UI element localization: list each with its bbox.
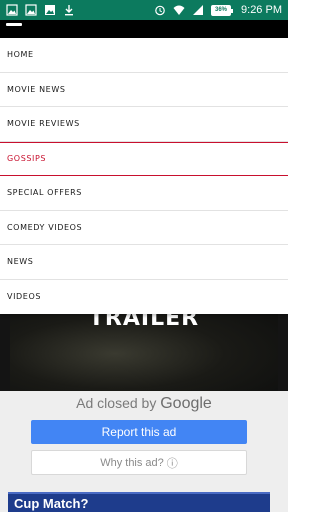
image-icon [44, 4, 56, 16]
article-banner[interactable]: Cup Match? [8, 492, 270, 512]
ad-container: Ad closed by Google Report this ad Why t… [0, 391, 288, 512]
status-clock: 9:26 PM [241, 4, 282, 16]
signal-icon [192, 4, 204, 16]
status-time: 9:26 [241, 4, 263, 16]
nav-item-comedy-videos[interactable]: COMEDY VIDEOS [0, 211, 288, 245]
image-icon [25, 4, 37, 16]
nav-menu: HOME MOVIE NEWS MOVIE REVIEWS GOSSIPS SP… [0, 38, 288, 314]
nav-item-videos[interactable]: VIDEOS [0, 280, 288, 315]
status-right-icons: 36% 9:26 PM [154, 4, 282, 16]
image-icon [6, 4, 18, 16]
google-logo: Google [160, 395, 212, 412]
download-icon [63, 4, 75, 16]
screen: 36% 9:26 PM TRAILER Ad closed by Google … [0, 0, 288, 512]
battery-indicator: 36% [211, 4, 234, 16]
ad-closed-text: Ad closed by Google [0, 395, 288, 413]
nav-item-movie-news[interactable]: MOVIE NEWS [0, 73, 288, 107]
status-time-suffix: PM [265, 4, 283, 16]
alarm-icon [154, 4, 166, 16]
app-bar [0, 20, 288, 38]
nav-item-movie-reviews[interactable]: MOVIE REVIEWS [0, 107, 288, 142]
info-icon: ⓘ [166, 457, 178, 470]
nav-item-special-offers[interactable]: SPECIAL OFFERS [0, 176, 288, 211]
status-left-icons [6, 4, 75, 16]
nav-item-news[interactable]: NEWS [0, 245, 288, 280]
nav-item-home[interactable]: HOME [0, 38, 288, 73]
menu-icon[interactable] [6, 23, 22, 26]
report-ad-button[interactable]: Report this ad [31, 420, 247, 444]
status-bar: 36% 9:26 PM [0, 0, 288, 20]
nav-item-gossips[interactable]: GOSSIPS [0, 141, 288, 176]
why-this-ad-label: Why this ad? [100, 456, 164, 469]
why-this-ad-button[interactable]: Why this ad? ⓘ [31, 450, 247, 475]
wifi-icon [173, 4, 185, 16]
ad-closed-label: Ad closed by [76, 395, 157, 411]
